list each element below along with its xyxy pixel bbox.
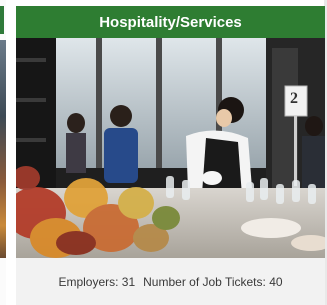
card-footer: Employers: 31 Number of Job Tickets: 40 bbox=[16, 258, 325, 305]
hospitality-services-card[interactable]: Hospitality/Services 2 Employers: 31 Num… bbox=[16, 6, 325, 305]
adjacent-card-left-edge[interactable] bbox=[0, 0, 6, 305]
adjacent-card-header-edge bbox=[0, 6, 4, 34]
employers-count: Employers: 31 bbox=[58, 274, 136, 289]
adjacent-card-image-edge bbox=[0, 40, 6, 258]
card-title: Hospitality/Services bbox=[99, 13, 242, 31]
banquet-photo: 2 bbox=[16, 38, 325, 258]
banquet-photo-illustration bbox=[16, 38, 325, 258]
card-header: Hospitality/Services bbox=[16, 6, 325, 38]
table-number-label: 2 bbox=[290, 90, 298, 107]
job-tickets-count: Number of Job Tickets: 40 bbox=[143, 274, 283, 289]
